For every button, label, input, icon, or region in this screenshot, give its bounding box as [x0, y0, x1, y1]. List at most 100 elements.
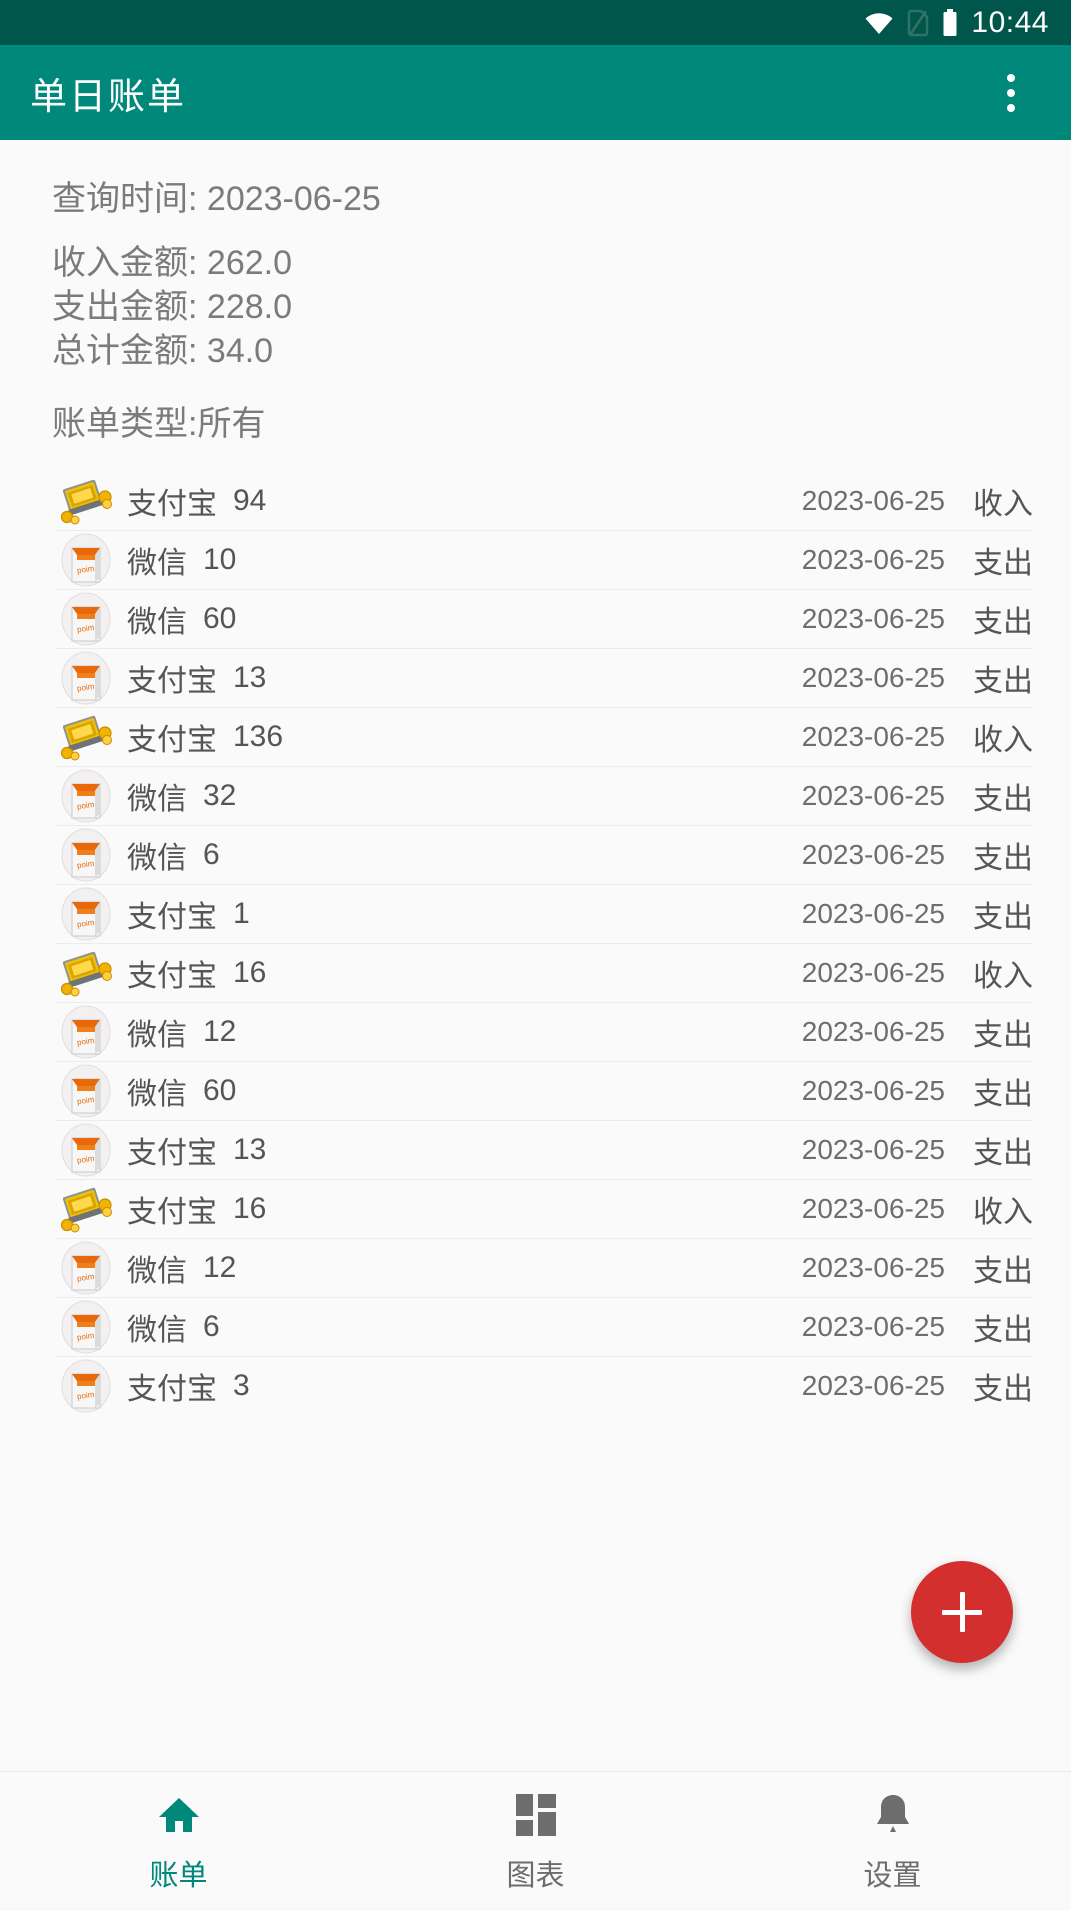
bottom-navigation: 账单 图表 设置	[0, 1771, 1071, 1911]
bill-source: 微信	[127, 546, 187, 580]
table-row[interactable]: 支付宝 94 2023-06-25 收入	[0, 471, 1071, 530]
dashboard-icon	[515, 1790, 557, 1840]
shopping-bag-icon: poim	[55, 1240, 117, 1296]
bill-date: 2023-06-25	[801, 1310, 945, 1342]
table-row[interactable]: poim 微信 6 2023-06-25 支出	[0, 1297, 1071, 1356]
table-row[interactable]: poim 微信 12 2023-06-25 支出	[0, 1002, 1071, 1061]
shopping-bag-icon: poim	[55, 1358, 117, 1414]
table-row[interactable]: poim 支付宝 13 2023-06-25 支出	[0, 1120, 1071, 1179]
bill-list: 支付宝 94 2023-06-25 收入 poim 微信 10 2023-06-25 支出 …	[0, 471, 1071, 1415]
row-meta: 2023-06-25 支出	[802, 892, 1033, 936]
shopping-bag-icon: poim	[55, 886, 117, 942]
row-meta: 2023-06-25 支出	[802, 1010, 1033, 1054]
money-stack-icon	[55, 709, 117, 765]
bill-source: 微信	[127, 1018, 187, 1052]
bill-source: 微信	[127, 1077, 187, 1111]
bill-amount: 3	[233, 1368, 250, 1402]
expense-value: 228.0	[206, 288, 292, 326]
bill-date: 2023-06-25	[801, 1015, 945, 1047]
bill-type-filter[interactable]: 账单类型:所有	[52, 396, 1019, 445]
bill-amount: 10	[203, 542, 237, 576]
shopping-bag-icon: poim	[55, 1299, 117, 1355]
bill-amount: 136	[233, 719, 284, 753]
bill-date: 2023-06-25	[801, 838, 945, 870]
bill-amount: 60	[203, 601, 237, 635]
bill-amount: 12	[203, 1250, 237, 1284]
total-label: 总计金额:	[52, 332, 198, 370]
row-meta: 2023-06-25 支出	[802, 538, 1033, 582]
bill-date: 2023-06-25	[801, 779, 945, 811]
row-meta: 2023-06-25 支出	[802, 833, 1033, 877]
bill-type: 支出	[973, 546, 1033, 580]
query-time-value: 2023-06-25	[206, 180, 381, 218]
expense-label: 支出金额:	[52, 288, 198, 326]
bill-source: 支付宝	[127, 959, 217, 993]
bill-type: 支出	[973, 605, 1033, 639]
bill-type: 支出	[973, 1136, 1033, 1170]
table-row[interactable]: 支付宝 16 2023-06-25 收入	[0, 943, 1071, 1002]
bill-type: 支出	[973, 782, 1033, 816]
app-screen: 10:44 单日账单 查询时间: 2023-06-25 收入金额: 262.0 …	[0, 0, 1071, 1911]
overflow-menu-icon[interactable]	[981, 54, 1041, 132]
bill-amount: 6	[203, 837, 220, 871]
table-row[interactable]: 支付宝 16 2023-06-25 收入	[0, 1179, 1071, 1238]
bill-type: 支出	[973, 1077, 1033, 1111]
bill-source: 支付宝	[127, 1372, 217, 1406]
row-meta: 2023-06-25 支出	[802, 774, 1033, 818]
money-stack-icon	[55, 1181, 117, 1237]
bill-source: 微信	[127, 782, 187, 816]
no-sim-icon	[907, 9, 929, 37]
table-row[interactable]: poim 微信 6 2023-06-25 支出	[0, 825, 1071, 884]
bill-type: 收入	[973, 487, 1033, 521]
row-meta: 2023-06-25 支出	[802, 597, 1033, 641]
app-bar: 单日账单	[0, 45, 1071, 140]
amount-summary: 收入金额: 262.0 支出金额: 228.0 总计金额: 34.0	[52, 246, 1019, 368]
bill-amount: 12	[203, 1014, 237, 1048]
row-meta: 2023-06-25 收入	[802, 951, 1033, 995]
bill-amount: 16	[233, 1191, 267, 1225]
expense-row: 支出金额: 228.0	[52, 290, 1019, 324]
bill-type: 支出	[973, 1254, 1033, 1288]
table-row[interactable]: poim 支付宝 3 2023-06-25 支出	[0, 1356, 1071, 1415]
nav-item-bills[interactable]: 账单	[0, 1772, 357, 1911]
table-row[interactable]: poim 微信 60 2023-06-25 支出	[0, 589, 1071, 648]
nav-item-charts[interactable]: 图表	[357, 1772, 714, 1911]
bill-source: 微信	[127, 1313, 187, 1347]
bill-date: 2023-06-25	[801, 1251, 945, 1283]
table-row[interactable]: poim 微信 12 2023-06-25 支出	[0, 1238, 1071, 1297]
add-bill-fab[interactable]	[911, 1561, 1013, 1663]
page-title: 单日账单	[30, 75, 186, 117]
table-row[interactable]: poim 微信 60 2023-06-25 支出	[0, 1061, 1071, 1120]
total-value: 34.0	[206, 332, 274, 370]
nav-item-settings[interactable]: 设置	[714, 1772, 1071, 1911]
table-row[interactable]: 支付宝 136 2023-06-25 收入	[0, 707, 1071, 766]
status-bar: 10:44	[0, 0, 1071, 45]
table-row[interactable]: poim 支付宝 13 2023-06-25 支出	[0, 648, 1071, 707]
bill-date: 2023-06-25	[801, 661, 945, 693]
row-meta: 2023-06-25 支出	[802, 656, 1033, 700]
table-row[interactable]: poim 微信 10 2023-06-25 支出	[0, 530, 1071, 589]
bill-amount: 13	[233, 660, 267, 694]
bill-date: 2023-06-25	[801, 1133, 945, 1165]
shopping-bag-icon: poim	[55, 1004, 117, 1060]
shopping-bag-icon: poim	[55, 1122, 117, 1178]
bill-source: 支付宝	[127, 723, 217, 757]
nav-label: 设置	[863, 1859, 922, 1892]
nav-label: 账单	[149, 1859, 208, 1892]
shopping-bag-icon: poim	[55, 768, 117, 824]
shopping-bag-icon: poim	[55, 1063, 117, 1119]
table-row[interactable]: poim 微信 32 2023-06-25 支出	[0, 766, 1071, 825]
row-meta: 2023-06-25 支出	[802, 1305, 1033, 1349]
bill-amount: 13	[233, 1132, 267, 1166]
bill-date: 2023-06-25	[801, 1369, 945, 1401]
bill-date: 2023-06-25	[801, 602, 945, 634]
bill-source: 微信	[127, 605, 187, 639]
wifi-icon	[864, 11, 894, 35]
bill-type: 支出	[973, 1313, 1033, 1347]
bill-amount: 60	[203, 1073, 237, 1107]
table-row[interactable]: poim 支付宝 1 2023-06-25 支出	[0, 884, 1071, 943]
bill-amount: 32	[203, 778, 237, 812]
bell-icon	[873, 1790, 913, 1840]
row-meta: 2023-06-25 收入	[802, 479, 1033, 523]
bill-date: 2023-06-25	[801, 484, 945, 516]
